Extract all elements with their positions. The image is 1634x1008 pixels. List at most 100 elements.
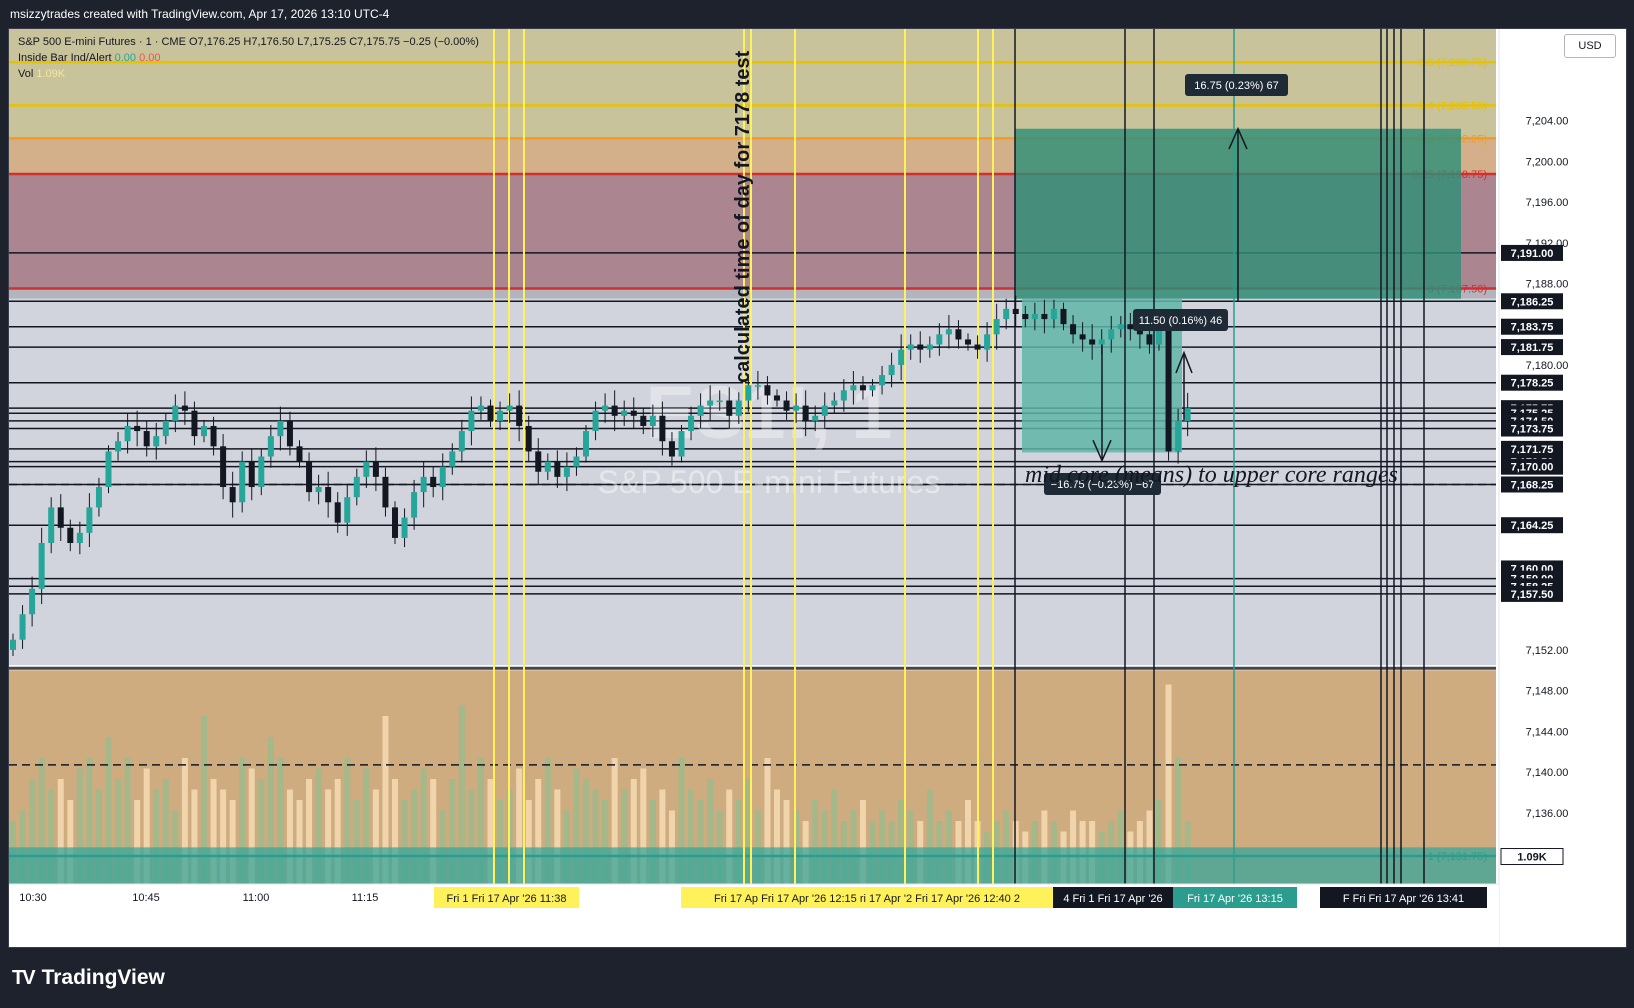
candle-body (1060, 308, 1067, 325)
candle-body (640, 415, 647, 426)
brand-name: TradingView (41, 966, 165, 989)
price-tick-label: 7,148.00 (1526, 686, 1569, 698)
candle-body (1079, 334, 1086, 340)
candle-body (229, 487, 236, 503)
candle-body (554, 461, 561, 477)
candle-body (869, 385, 876, 391)
candle-body (1165, 329, 1172, 452)
candle-body (898, 349, 905, 365)
candle-body (10, 639, 16, 650)
candle-body (258, 456, 265, 488)
candle-body (707, 400, 714, 406)
candle-body (57, 507, 64, 528)
candle-body (458, 431, 465, 452)
candle-body (525, 425, 532, 452)
fib-level-label: 0.5 (7,209.75) (1419, 57, 1488, 69)
candle-body (668, 441, 675, 457)
core-ranges-annotation: mid core (means) to upper core ranges (1025, 462, 1398, 488)
position-target-label: 16.75 (0.23%) 67 (1194, 80, 1278, 92)
candle-body (907, 344, 914, 350)
candle-body (774, 395, 780, 401)
candle-body (296, 446, 303, 462)
candle-body (220, 446, 227, 488)
candle-body (535, 451, 542, 472)
time-axis-label: 11:15 (352, 892, 379, 904)
candle-body (659, 415, 666, 442)
price-label: 7,178.25 (1511, 378, 1554, 390)
candle-body (1117, 324, 1124, 330)
price-tick-label: 7,144.00 (1526, 726, 1569, 738)
candle-body (926, 344, 933, 350)
candle-body (143, 431, 150, 447)
candle-body (67, 527, 74, 544)
chart-frame[interactable]: 0.5 (7,209.75)0.4 (7,205.50)0.3 (7,202.2… (8, 28, 1627, 948)
legend-vol-value: 1.09K (36, 68, 66, 80)
position-mid-label: 11.50 (0.16%) 46 (1139, 315, 1223, 327)
currency-button[interactable]: USD (1564, 34, 1616, 58)
candle-body (716, 400, 723, 403)
price-label: 7,157.50 (1511, 589, 1554, 601)
brand: TV TradingView (12, 964, 165, 992)
candle-body (392, 507, 398, 538)
candle-body (563, 466, 570, 477)
candle-body (19, 614, 26, 640)
candle-body (592, 410, 599, 432)
candle-body (688, 415, 695, 432)
candle-body (783, 400, 790, 411)
candle-body (859, 385, 866, 391)
candle-body (449, 451, 456, 467)
price-tick-label: 7,152.00 (1526, 645, 1569, 657)
candle-body (411, 492, 418, 518)
candle-body (48, 507, 55, 544)
candle-body (439, 466, 446, 488)
candle-body (162, 420, 169, 437)
price-tick-label: 7,200.00 (1526, 156, 1569, 168)
candle-body (917, 344, 924, 350)
candle-body (86, 507, 93, 533)
candle-body (602, 405, 609, 411)
price-label: 7,181.75 (1511, 342, 1554, 354)
candle-body (191, 410, 198, 437)
candle-body (965, 339, 971, 345)
top-attribution-bar: msizzytrades created with TradingView.co… (0, 0, 1634, 28)
candle-body (1156, 329, 1162, 345)
candle-body (573, 456, 580, 467)
candle-body (506, 405, 513, 411)
candle-body (382, 476, 389, 508)
candle-body (420, 476, 427, 493)
time-axis-label: 10:30 (19, 892, 47, 904)
candle-body (993, 319, 1000, 335)
vertical-annotation: calculated time of day for 7178 test (732, 50, 754, 383)
price-label: 7,191.00 (1511, 248, 1554, 260)
candle-body (879, 375, 886, 386)
candle-body (888, 364, 895, 376)
candle-body (630, 410, 637, 416)
candle-body (134, 425, 141, 432)
candle-body (325, 487, 332, 503)
candle-body (1175, 420, 1182, 452)
candle-body (516, 405, 523, 426)
time-axis-label: 11:00 (243, 892, 270, 904)
price-label: 7,183.75 (1511, 322, 1554, 334)
price-tick-label: 7,204.00 (1526, 116, 1569, 128)
candle-body (1050, 308, 1057, 320)
candle-body (821, 405, 828, 416)
candle-body (353, 476, 360, 498)
candle-body (1146, 334, 1153, 345)
candle-body (697, 405, 704, 416)
time-highlight-label: 4 Fri 1 Fri 17 Apr '26 (1063, 893, 1162, 905)
candle-body (172, 405, 179, 421)
candle-body (334, 502, 341, 523)
candle-body (430, 476, 437, 488)
legend-volume: Vol 1.09K (18, 66, 479, 82)
candle-body (1031, 314, 1038, 320)
candle-body (764, 385, 771, 396)
price-chart[interactable]: 0.5 (7,209.75)0.4 (7,205.50)0.3 (7,202.2… (9, 29, 1626, 947)
candle-body (621, 410, 628, 416)
candle-body (726, 400, 733, 416)
price-tick-label: 7,180.00 (1526, 360, 1569, 372)
candle-body (1089, 339, 1096, 345)
candle-body (802, 405, 809, 421)
fib-1-band (9, 847, 1496, 884)
candle-body (363, 461, 370, 477)
